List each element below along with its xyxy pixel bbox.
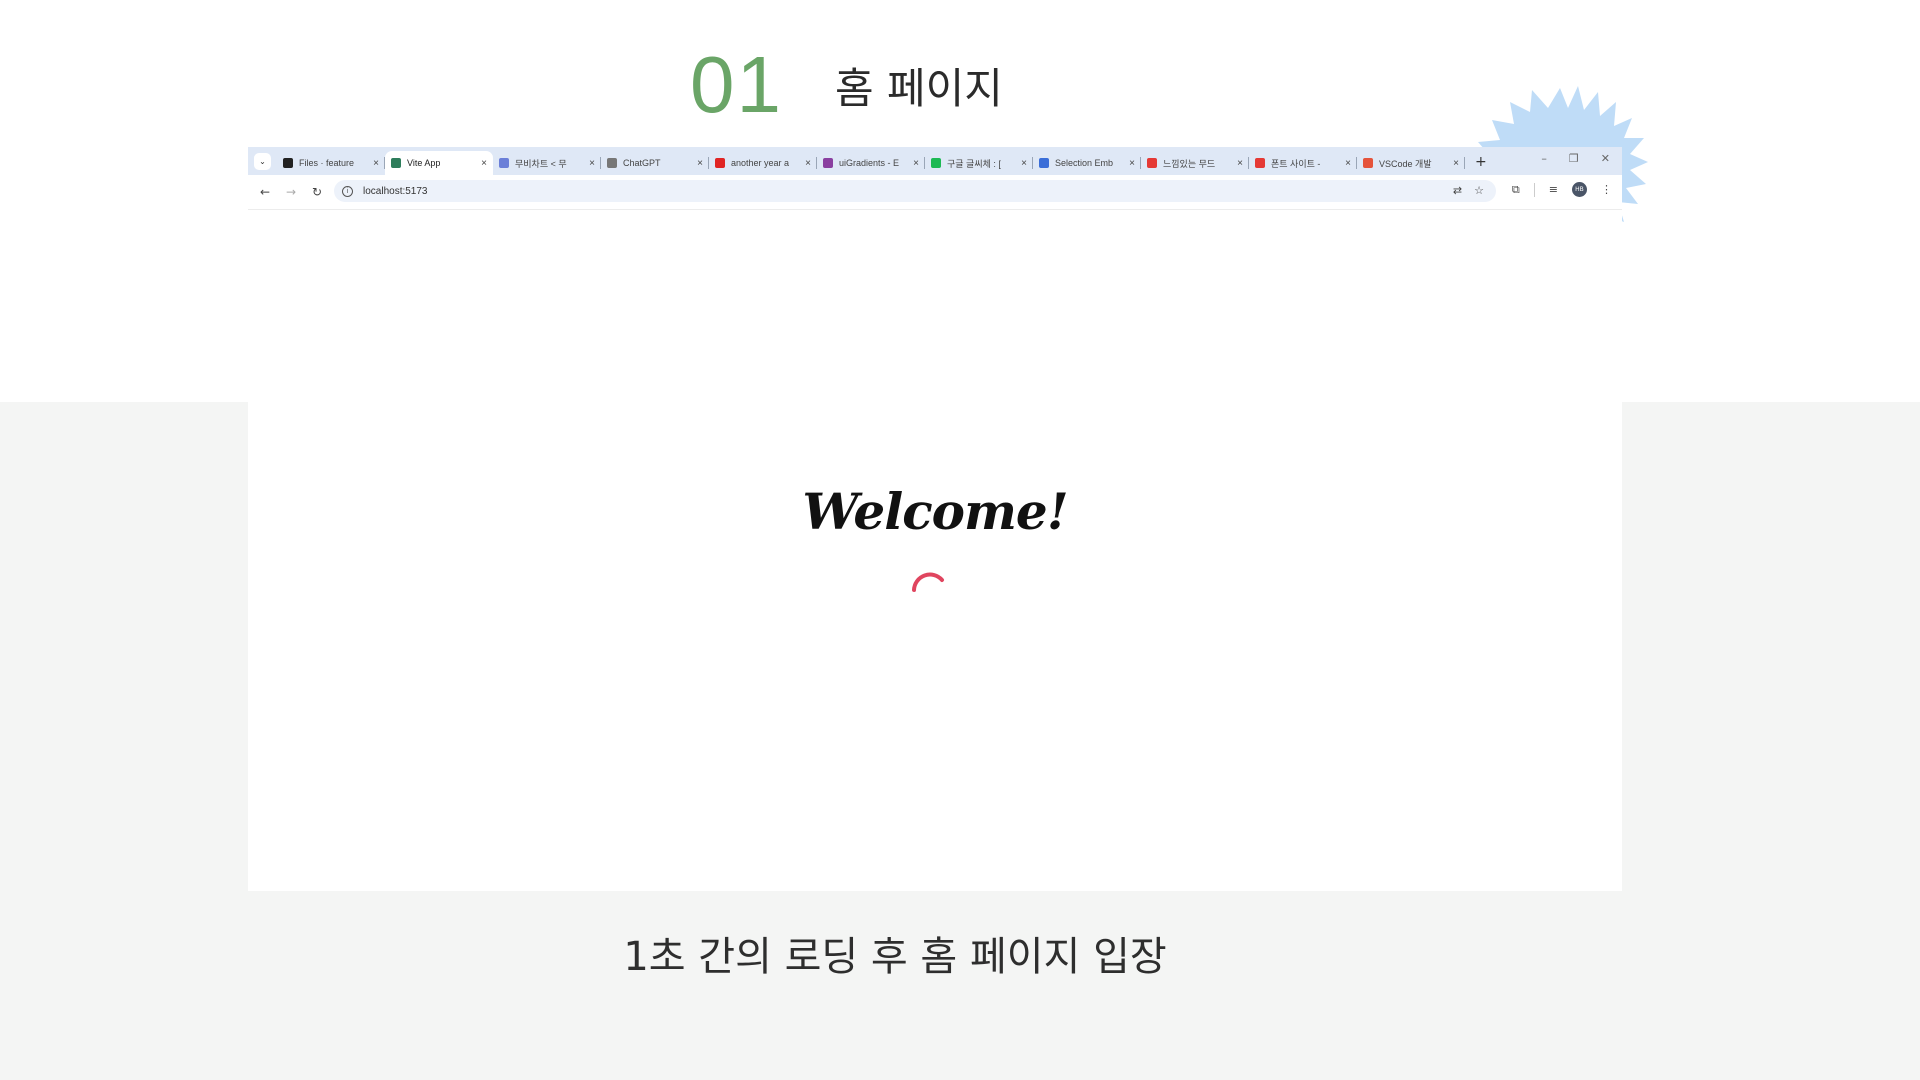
tab-close-icon[interactable]: × <box>373 158 379 169</box>
tab-label: Selection Emb <box>1055 158 1114 168</box>
close-window-icon[interactable]: ✕ <box>1601 152 1610 165</box>
tab-favicon-icon <box>931 158 941 168</box>
tab-label: 무비차트 < 무 <box>515 158 567 169</box>
forward-icon[interactable]: → <box>278 185 304 199</box>
section-number: 01 <box>690 40 783 129</box>
tab-close-icon[interactable]: × <box>1021 158 1027 169</box>
tab-separator <box>1464 157 1465 169</box>
tab-label: 느낌있는 무드 <box>1163 158 1216 169</box>
tab-favicon-icon <box>499 158 509 168</box>
browser-tab[interactable]: ChatGPT × <box>601 151 709 175</box>
reload-icon[interactable]: ↻ <box>304 185 330 199</box>
browser-tab[interactable]: Files · feature × <box>277 151 385 175</box>
bookmark-star-icon[interactable]: ☆ <box>1474 184 1484 197</box>
tab-label: 구글 글씨체 : [ <box>947 158 1001 169</box>
new-tab-button[interactable]: + <box>1475 154 1487 170</box>
tab-favicon-icon <box>1147 158 1157 168</box>
browser-tab[interactable]: 느낌있는 무드 × <box>1141 151 1249 175</box>
address-bar[interactable]: i localhost:5173 ⇄ ☆ <box>334 180 1496 202</box>
browser-tab[interactable]: uiGradients - E × <box>817 151 925 175</box>
browser-tab[interactable]: VSCode 개발 × <box>1357 151 1465 175</box>
browser-tab[interactable]: Vite App × <box>385 151 493 175</box>
tab-favicon-icon <box>823 158 833 168</box>
browser-tab[interactable]: 폰트 사이트 - × <box>1249 151 1357 175</box>
section-title: 홈 페이지 <box>834 63 1003 113</box>
tab-close-icon[interactable]: × <box>697 158 703 169</box>
page-viewport: Welcome! <box>248 209 1622 891</box>
tab-close-icon[interactable]: × <box>1453 158 1459 169</box>
tab-close-icon[interactable]: × <box>589 158 595 169</box>
tab-label: ChatGPT <box>623 158 661 168</box>
browser-tab[interactable]: 무비차트 < 무 × <box>493 151 601 175</box>
slide-caption: 1초 간의 로딩 후 홈 페이지 입장 <box>623 934 1167 980</box>
tab-label: another year a <box>731 158 790 168</box>
minimize-icon[interactable]: – <box>1541 152 1547 165</box>
restore-icon[interactable]: ❐ <box>1569 152 1579 165</box>
loading-spinner-icon <box>912 572 944 592</box>
chevron-down-icon: ⌄ <box>259 156 266 166</box>
tab-favicon-icon <box>283 158 293 168</box>
tab-favicon-icon <box>1255 158 1265 168</box>
tab-favicon-icon <box>607 158 617 168</box>
tab-favicon-icon <box>1039 158 1049 168</box>
tab-close-icon[interactable]: × <box>1129 158 1135 169</box>
window-controls: – ❐ ✕ <box>1541 152 1610 165</box>
browser-tab[interactable]: 구글 글씨체 : [ × <box>925 151 1033 175</box>
browser-window: ⌄ Files · feature × Vite App × 무비차트 < 무 × Chat… <box>248 147 1622 209</box>
translate-icon[interactable]: ⇄ <box>1453 184 1462 197</box>
browser-toolbar: ← → ↻ i localhost:5173 ⇄ ☆ ⧉ ≡ HB ⋮ <box>248 175 1622 209</box>
tab-favicon-icon <box>715 158 725 168</box>
back-icon[interactable]: ← <box>252 185 278 199</box>
address-bar-actions: ⇄ ☆ <box>1453 184 1484 197</box>
section-heading: 01 홈 페이지 <box>690 40 1003 130</box>
welcome-heading: Welcome! <box>802 482 1068 541</box>
tab-close-icon[interactable]: × <box>1237 158 1243 169</box>
browser-tab[interactable]: another year a × <box>709 151 817 175</box>
browser-tab[interactable]: Selection Emb × <box>1033 151 1141 175</box>
tab-search-button[interactable]: ⌄ <box>254 152 271 170</box>
tab-label: uiGradients - E <box>839 158 900 168</box>
tab-label: 폰트 사이트 - <box>1271 158 1321 169</box>
tab-list: Files · feature × Vite App × 무비차트 < 무 × ChatGP… <box>277 147 1465 175</box>
site-info-icon[interactable]: i <box>342 185 353 197</box>
tab-label: VSCode 개발 <box>1379 158 1432 169</box>
tab-close-icon[interactable]: × <box>481 158 487 169</box>
reading-list-icon[interactable]: ≡ <box>1549 183 1558 196</box>
tab-strip: ⌄ Files · feature × Vite App × 무비차트 < 무 × Chat… <box>248 147 1622 175</box>
tab-close-icon[interactable]: × <box>1345 158 1351 169</box>
tab-close-icon[interactable]: × <box>805 158 811 169</box>
url-text[interactable]: localhost:5173 <box>363 186 428 197</box>
toolbar-divider <box>1533 182 1535 197</box>
profile-avatar[interactable]: HB <box>1572 182 1587 197</box>
tab-favicon-icon <box>1363 158 1373 168</box>
slide: 01 홈 페이지 ⌄ Files · feature × Vite App × 무비차트… <box>0 0 1920 1080</box>
tab-close-icon[interactable]: × <box>913 158 919 169</box>
tab-favicon-icon <box>391 158 401 168</box>
tab-label: Files · feature <box>299 158 355 168</box>
tab-label: Vite App <box>407 158 441 168</box>
extensions-icon[interactable]: ⧉ <box>1512 183 1520 197</box>
toolbar-right: ⧉ ≡ HB ⋮ <box>1512 182 1612 197</box>
more-menu-icon[interactable]: ⋮ <box>1601 183 1612 196</box>
